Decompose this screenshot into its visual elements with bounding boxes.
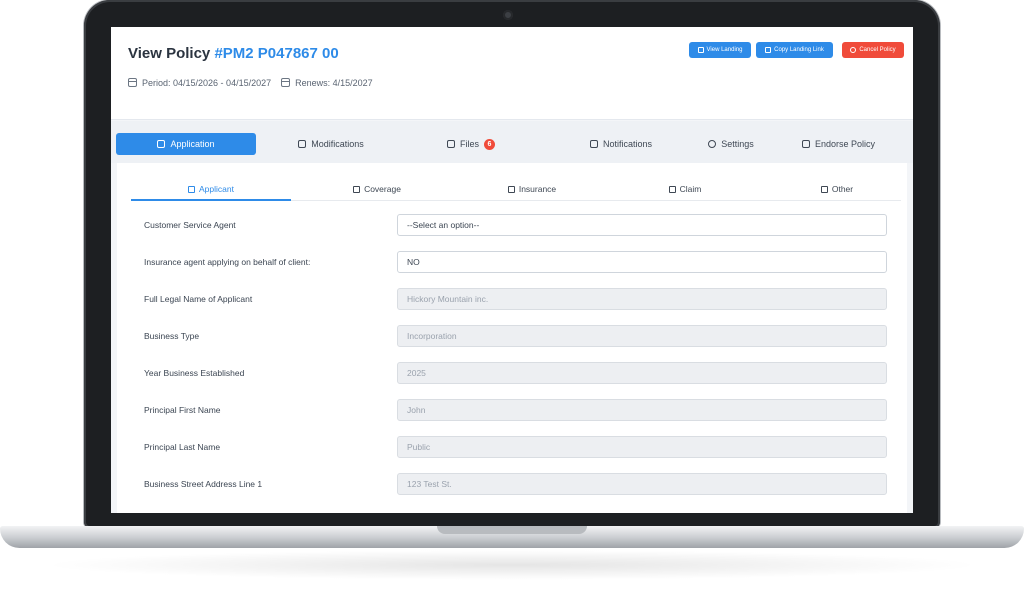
subtab-insurance-label: Insurance [518,184,557,194]
calendar-icon [281,78,291,87]
form-row: Principal Last Name Public [117,436,907,458]
subtab-claim[interactable]: Claim [615,177,755,201]
customer-service-agent-select[interactable]: --Select an option-- [397,214,887,236]
policy-meta: Period: 04/15/2026 - 04/15/2027 Renews: … [128,78,373,88]
field-label: Customer Service Agent [144,220,236,230]
cancel-policy-label: Cancel Policy [859,47,896,53]
form-row: Customer Service Agent --Select an optio… [117,214,907,236]
field-label: Business Type [144,331,200,341]
tab-modifications[interactable]: Modifications [271,133,391,155]
renews-text: Renews: 4/15/2027 [295,78,373,88]
folder-icon [446,140,455,148]
form-row: Principal First Name John [117,399,907,421]
tab-application-label: Application [170,139,215,149]
view-landing-label: View Landing [706,47,743,53]
subtab-coverage-label: Coverage [364,184,401,194]
form-row: Business Street Address Line 1 123 Test … [117,473,907,495]
field-label: Full Legal Name of Applicant [144,294,253,304]
tab-endorse-policy-label: Endorse Policy [814,139,876,149]
tab-notifications[interactable]: Notifications [561,133,681,155]
tab-files[interactable]: Files 6 [421,133,521,155]
main-tabs: Application Modifications Files 6 Notific… [111,121,913,163]
form-row: Full Legal Name of Applicant Hickory Mou… [117,288,907,310]
subtab-applicant[interactable]: Applicant [131,177,291,201]
street-address-field[interactable]: 123 Test St. [397,473,887,495]
tab-application[interactable]: Application [116,133,256,155]
page-title: View Policy #PM2 P047867 00 [128,45,339,62]
title-prefix: View Policy [128,45,215,62]
form-row: Business Type Incorporation [117,325,907,347]
tab-settings-label: Settings [721,139,754,149]
subtab-coverage[interactable]: Coverage [307,177,447,201]
policy-number: #PM2 P047867 00 [214,45,339,62]
field-label: Year Business Established [144,368,245,378]
laptop-notch [437,526,587,534]
subtab-insurance[interactable]: Insurance [462,177,602,201]
year-established-field[interactable]: 2025 [397,362,887,384]
period-text: Period: 04/15/2026 - 04/15/2027 [142,78,272,88]
table-icon [507,185,515,193]
cancel-circle-icon [850,47,857,53]
subtab-applicant-label: Applicant [199,184,234,194]
renews-item: Renews: 4/15/2027 [281,78,373,88]
book-icon [353,185,361,193]
tab-modifications-label: Modifications [311,139,364,149]
application-panel: Applicant Coverage Insurance Claim Other… [117,163,907,513]
copy-landing-link-label: Copy Landing Link [774,47,824,53]
list-icon [188,185,196,193]
field-label: Principal Last Name [144,442,221,452]
folder-plus-icon [801,140,810,148]
download-icon [668,185,676,193]
form-row: Year Business Established 2025 [117,362,907,384]
business-type-field[interactable]: Incorporation [397,325,887,347]
app-screen: View Policy #PM2 P047867 00 Period: 04/1… [111,27,913,513]
box-icon [820,185,828,193]
principal-first-name-field[interactable]: John [397,399,887,421]
insurance-agent-field[interactable]: NO [397,251,887,273]
gear-icon [708,140,717,148]
laptop-shadow [40,550,984,580]
subtab-active-indicator [131,199,291,201]
files-count-badge: 6 [484,138,495,150]
external-link-icon [589,140,598,148]
copy-icon [765,47,772,53]
copy-landing-link-button[interactable]: Copy Landing Link [756,42,833,58]
tab-settings[interactable]: Settings [681,133,781,155]
cancel-policy-button[interactable]: Cancel Policy [842,42,904,58]
period-item: Period: 04/15/2026 - 04/15/2027 [128,78,271,88]
view-landing-button[interactable]: View Landing [689,42,751,58]
document-icon [157,140,166,148]
form-row: Insurance agent applying on behalf of cl… [117,251,907,273]
field-label: Principal First Name [144,405,221,415]
field-label: Business Street Address Line 1 [144,479,263,489]
principal-last-name-field[interactable]: Public [397,436,887,458]
legal-name-field[interactable]: Hickory Mountain inc. [397,288,887,310]
field-label: Insurance agent applying on behalf of cl… [144,257,311,267]
layers-icon [298,140,307,148]
external-link-icon [697,47,704,53]
tab-endorse-policy[interactable]: Endorse Policy [781,133,896,155]
calendar-icon [128,78,137,87]
subtab-other-label: Other [831,184,854,194]
webcam [503,10,513,20]
policy-header: View Policy #PM2 P047867 00 Period: 04/1… [111,27,913,120]
tab-notifications-label: Notifications [602,139,653,149]
subtab-other[interactable]: Other [767,177,907,201]
subtab-claim-label: Claim [679,184,702,194]
tab-files-label: Files [459,139,479,149]
